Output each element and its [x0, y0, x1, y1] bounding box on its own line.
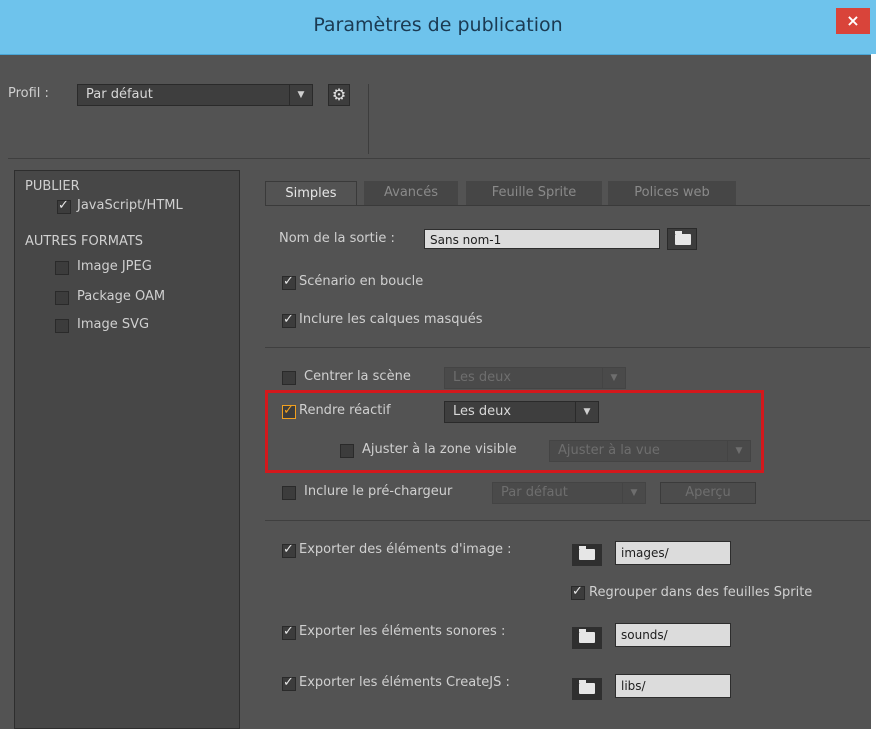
- folder-icon: [579, 680, 595, 694]
- center-stage-value: Les deux: [453, 370, 512, 385]
- section-divider-2: [265, 520, 870, 521]
- image-jpeg-checkbox[interactable]: [55, 261, 69, 275]
- images-path-field[interactable]: images/: [615, 541, 731, 565]
- format-list-panel: PUBLIER JavaScript/HTML AUTRES FORMATS I…: [14, 170, 240, 729]
- profile-label: Profil :: [8, 86, 49, 101]
- pack-sprite-checkbox[interactable]: [571, 584, 585, 600]
- loop-timeline-checkbox[interactable]: [282, 274, 296, 290]
- export-sounds-label: Exporter les éléments sonores :: [299, 624, 506, 639]
- close-button[interactable]: ×: [836, 8, 870, 34]
- dialog-title: Paramètres de publication: [313, 14, 563, 36]
- preloader-value: Par défaut: [501, 485, 568, 500]
- export-createjs-label: Exporter les éléments CreateJS :: [299, 675, 510, 690]
- gear-icon[interactable]: ⚙: [328, 84, 350, 106]
- pack-sprite-label: Regrouper dans des feuilles Sprite: [589, 585, 813, 600]
- section-divider-1: [265, 347, 870, 348]
- tab-feuille-sprite[interactable]: Feuille Sprite: [466, 181, 602, 205]
- export-images-checkbox[interactable]: [282, 542, 296, 558]
- include-hidden-layers-checkbox[interactable]: [282, 312, 296, 328]
- sounds-path-field[interactable]: sounds/: [615, 623, 731, 647]
- publish-settings-dialog: Paramètres de publication × Profil : Par…: [0, 0, 876, 729]
- folder-open-icon: [675, 231, 691, 245]
- include-hidden-layers-label: Inclure les calques masqués: [299, 312, 483, 327]
- image-jpeg-label: Image JPEG: [77, 259, 152, 274]
- tab-underline: [265, 205, 870, 206]
- output-name-field[interactable]: Sans nom-1: [424, 229, 660, 249]
- loop-timeline-label: Scénario en boucle: [299, 274, 424, 289]
- center-stage-checkbox[interactable]: [282, 371, 296, 385]
- image-svg-label: Image SVG: [77, 317, 150, 332]
- javascript-html-label: JavaScript/HTML: [77, 198, 183, 213]
- preview-button[interactable]: Aperçu: [660, 482, 756, 504]
- package-oam-label: Package OAM: [77, 289, 166, 304]
- include-preloader-label: Inclure le pré-chargeur: [304, 484, 453, 499]
- export-sounds-checkbox[interactable]: [282, 624, 296, 640]
- export-createjs-checkbox[interactable]: [282, 675, 296, 691]
- output-name-label: Nom de la sortie :: [279, 231, 395, 246]
- tab-simples[interactable]: Simples: [265, 181, 357, 205]
- chevron-down-icon: ▼: [622, 483, 645, 503]
- preloader-dropdown[interactable]: Par défaut ▼: [492, 482, 646, 504]
- folder-icon: [579, 629, 595, 643]
- profile-value: Par défaut: [86, 87, 153, 102]
- center-stage-label: Centrer la scène: [304, 369, 411, 384]
- javascript-html-checkbox[interactable]: [57, 198, 71, 214]
- chevron-down-icon: ▼: [289, 85, 312, 105]
- profile-divider: [368, 84, 369, 154]
- publish-section-title: PUBLIER: [25, 179, 80, 194]
- createjs-path-field[interactable]: libs/: [615, 674, 731, 698]
- image-svg-checkbox[interactable]: [55, 319, 69, 333]
- export-images-label: Exporter des éléments d'image :: [299, 542, 512, 557]
- other-formats-section-title: AUTRES FORMATS: [25, 234, 144, 249]
- title-bar: Paramètres de publication ×: [0, 0, 876, 55]
- responsive-highlight-box: [265, 390, 764, 473]
- include-preloader-checkbox[interactable]: [282, 486, 296, 500]
- tab-avances[interactable]: Avancés: [364, 181, 458, 205]
- center-stage-dropdown[interactable]: Les deux ▼: [444, 367, 626, 389]
- browse-createjs-button[interactable]: [572, 678, 602, 700]
- tab-polices-web[interactable]: Polices web: [608, 181, 736, 205]
- folder-icon: [579, 546, 595, 560]
- package-oam-checkbox[interactable]: [55, 291, 69, 305]
- browse-images-button[interactable]: [572, 544, 602, 566]
- profile-dropdown[interactable]: Par défaut ▼: [77, 84, 313, 106]
- window-edge: [871, 54, 876, 729]
- chevron-down-icon: ▼: [602, 368, 625, 388]
- browse-output-button[interactable]: [667, 228, 697, 250]
- top-divider: [8, 158, 870, 159]
- browse-sounds-button[interactable]: [572, 627, 602, 649]
